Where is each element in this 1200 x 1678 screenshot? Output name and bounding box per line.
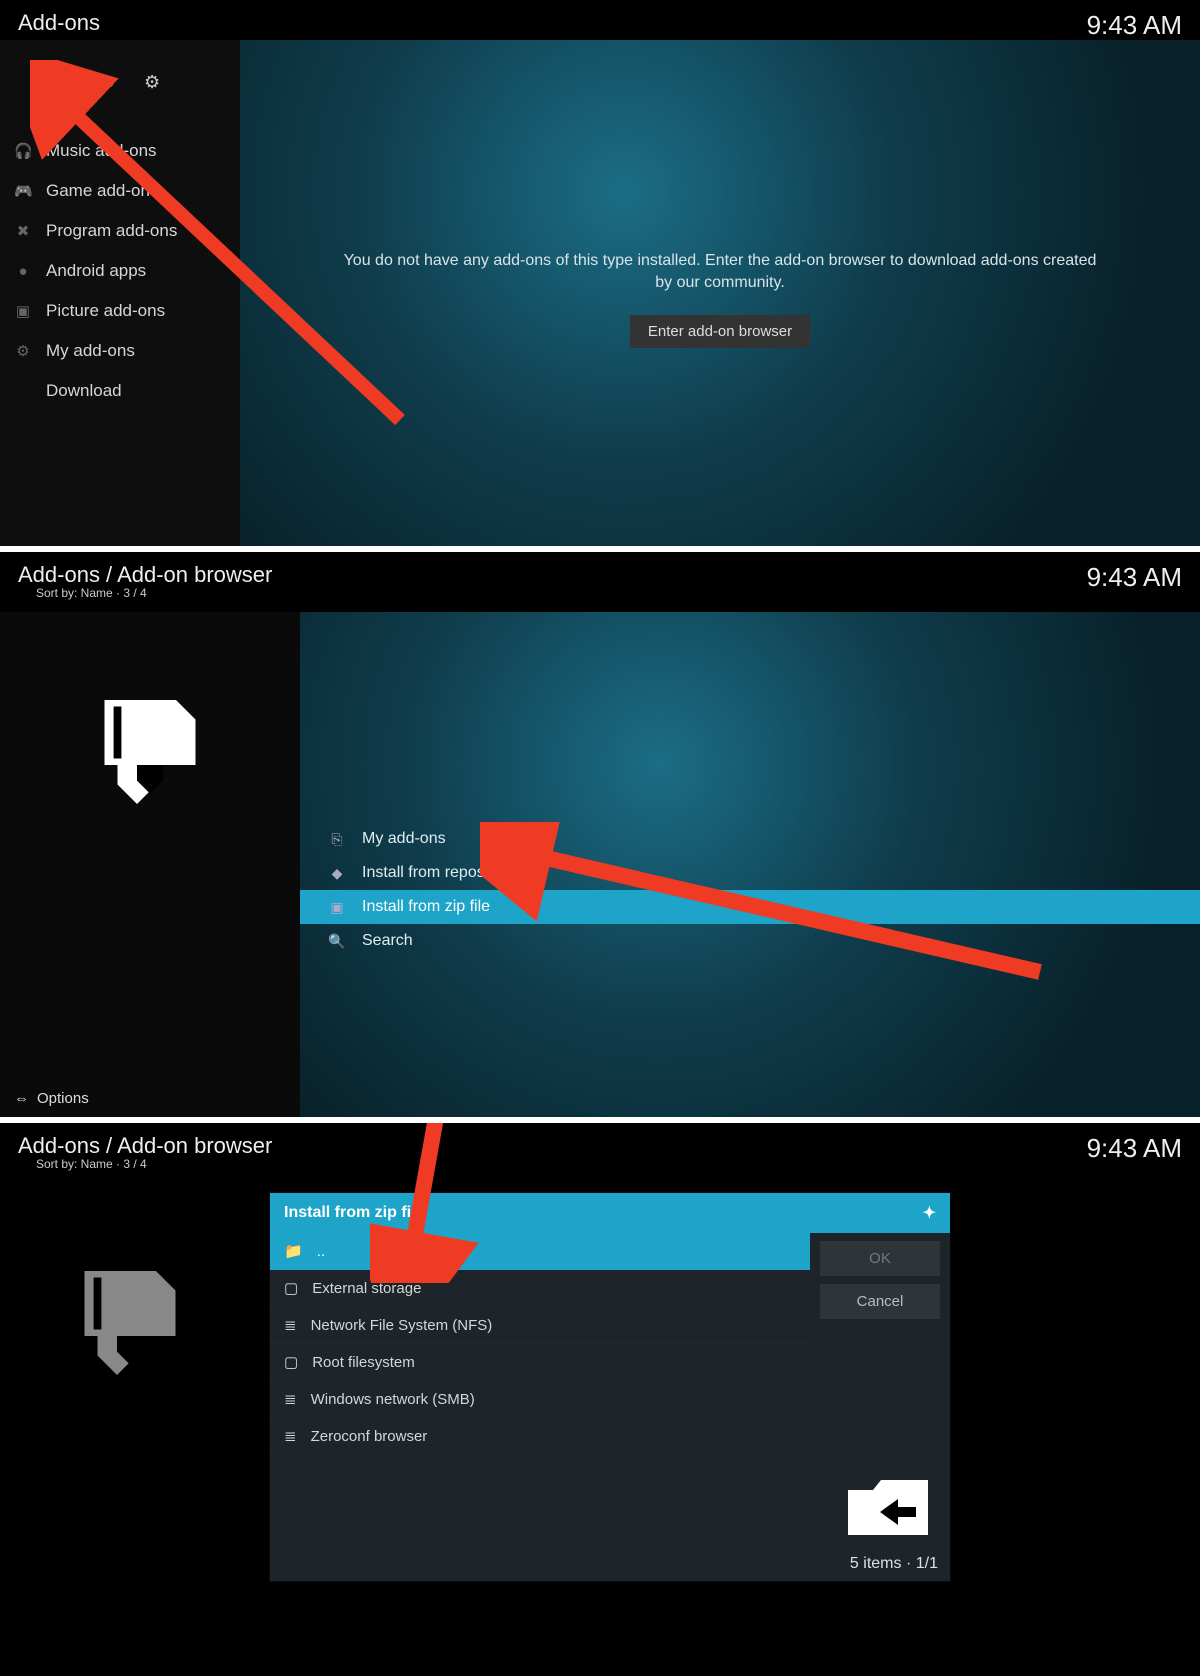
location-nfs[interactable]: ≣ Network File System (NFS) (270, 1307, 810, 1344)
row-label: Root filesystem (312, 1354, 415, 1371)
sidebar-item[interactable]: ✖ Program add-ons (0, 211, 240, 251)
location-external-storage[interactable]: ▢ External storage (270, 1270, 810, 1307)
row-label: .. (317, 1243, 325, 1260)
clock: 9:43 AM (1087, 1133, 1182, 1171)
folder-back-icon (838, 1465, 938, 1545)
disk-icon: ▢ (284, 1353, 298, 1371)
location-root[interactable]: ▢ Root filesystem (270, 1344, 810, 1381)
network-icon: ≣ (284, 1427, 297, 1445)
arrows-icon: ⇔ (14, 1090, 29, 1107)
browser-list: ⎘ My add-ons ◆ Install from repository ▣ In… (300, 822, 1200, 958)
program-icon: ✖ (14, 222, 32, 240)
empty-message: You do not have any add-ons of this type… (340, 250, 1100, 295)
clock: 9:43 AM (1087, 562, 1182, 600)
item-count: 5 items · 1/1 (850, 1555, 938, 1572)
dialog-count-line: 5 items · 1/1 (270, 1555, 950, 1581)
sidebar-item[interactable]: Download (0, 371, 240, 411)
sidebar: ↻ 0 ⚙ 🎧 Music add-ons 🎮 Game add-ons ✖ Prog… (0, 40, 240, 546)
options-bar[interactable]: ⇔ Options (14, 1090, 89, 1107)
list-item-label: Install from zip file (362, 898, 490, 916)
header: Add-ons 9:43 AM (0, 0, 1200, 43)
clock: 9:43 AM (1087, 10, 1182, 41)
storage-icon: ▢ (284, 1279, 298, 1297)
dialog-body: 📁.. ▢ External storage ≣ Network File Syst… (270, 1233, 950, 1455)
list-item-repo[interactable]: ◆ Install from repository (300, 856, 1200, 890)
dialog-buttons: OK Cancel (810, 1233, 950, 1455)
sidebar-item[interactable]: ⚙ My add-ons (0, 331, 240, 371)
page-title: Add-ons / Add-on browser (18, 562, 272, 588)
panel-browser: Add-ons / Add-on browser Sort by: Name ·… (0, 552, 1200, 1117)
location-zeroconf[interactable]: ≣ Zeroconf browser (270, 1418, 810, 1455)
location-list: 📁.. ▢ External storage ≣ Network File Syst… (270, 1233, 810, 1455)
sidebar-item-label: Android apps (46, 261, 146, 281)
sidebar-preview (0, 1183, 260, 1676)
folder-icon: 📁 (284, 1242, 303, 1260)
gamepad-icon: 🎮 (14, 182, 32, 200)
refresh-icon: ↻ (84, 72, 99, 93)
folder-up[interactable]: 📁.. (270, 1233, 810, 1270)
cogs-icon: ⚙ (14, 342, 32, 360)
sidebar-toolbar: ↻ 0 ⚙ (0, 60, 240, 115)
repo-icon: ◆ (328, 865, 346, 882)
headphones-icon: 🎧 (14, 142, 32, 160)
gear-icon[interactable]: ⚙ (144, 72, 160, 93)
panel-addons: Add-ons 9:43 AM ↻ 0 ⚙ 🎧 Music add-ons 🎮 Ga… (0, 0, 1200, 546)
content-area: You do not have any add-ons of this type… (240, 40, 1200, 546)
sidebar-item[interactable]: 🎮 Game add-ons (0, 171, 240, 211)
list-item-search[interactable]: 🔍 Search (300, 924, 1200, 958)
page-title: Add-ons (18, 10, 100, 41)
browser-content: ⎘ My add-ons ◆ Install from repository ▣ In… (300, 612, 1200, 1117)
list-item-label: Search (362, 932, 413, 950)
list-item-label: My add-ons (362, 830, 446, 848)
row-label: External storage (312, 1280, 421, 1297)
location-smb[interactable]: ≣ Windows network (SMB) (270, 1381, 810, 1418)
list-item-my-addons[interactable]: ⎘ My add-ons (300, 822, 1200, 856)
install-zip-dialog: Install from zip file ✦ 📁.. ▢ External st… (270, 1193, 950, 1581)
row-label: Windows network (SMB) (311, 1391, 475, 1408)
zip-icon: ▣ (328, 899, 346, 916)
addons-icon: ⎘ (328, 831, 346, 848)
dialog-header: Install from zip file ✦ (270, 1193, 950, 1233)
android-icon: ● (14, 263, 32, 280)
options-label: Options (37, 1090, 89, 1107)
picture-icon: ▣ (14, 302, 32, 320)
row-label: Zeroconf browser (311, 1428, 428, 1445)
sidebar-item-label: My add-ons (46, 341, 135, 361)
list-item-zip[interactable]: ▣ Install from zip file (300, 890, 1200, 924)
sidebar-item[interactable]: 🎧 Music add-ons (0, 131, 240, 171)
zip-download-icon (85, 692, 215, 812)
header: Add-ons / Add-on browser Sort by: Name ·… (0, 552, 1200, 602)
kodi-logo-icon: ✦ (923, 1203, 936, 1223)
sidebar-menu: 🎧 Music add-ons 🎮 Game add-ons ✖ Program ad… (0, 115, 240, 411)
row-label: Network File System (NFS) (311, 1317, 493, 1334)
network-icon: ≣ (284, 1316, 297, 1334)
sidebar-item-label: Download (46, 381, 122, 401)
header: Add-ons / Add-on browser Sort by: Name ·… (0, 1123, 1200, 1173)
cancel-button[interactable]: Cancel (820, 1284, 940, 1319)
zip-download-icon (65, 1263, 195, 1383)
sidebar-item-label: Game add-ons (46, 181, 158, 201)
page-title: Add-ons / Add-on browser (18, 1133, 272, 1159)
dialog-title: Install from zip file (284, 1204, 424, 1222)
ok-button[interactable]: OK (820, 1241, 940, 1276)
package-box-icon[interactable] (34, 70, 54, 95)
list-item-label: Install from repository (362, 864, 515, 882)
sidebar-item[interactable]: ▣ Picture add-ons (0, 291, 240, 331)
search-icon: 🔍 (328, 933, 346, 950)
refresh-count: 0 (105, 74, 114, 92)
panel-zip-dialog: Add-ons / Add-on browser Sort by: Name ·… (0, 1123, 1200, 1676)
sidebar-item-label: Program add-ons (46, 221, 177, 241)
sidebar-item-label: Picture add-ons (46, 301, 165, 321)
sidebar-item[interactable]: ● Android apps (0, 251, 240, 291)
refresh-group[interactable]: ↻ 0 (84, 72, 114, 93)
network-icon: ≣ (284, 1390, 297, 1408)
sidebar-preview (0, 612, 300, 1117)
sort-info: Sort by: Name · 3 / 4 (18, 586, 272, 600)
dialog-footer (270, 1455, 950, 1555)
sidebar-item-label: Music add-ons (46, 141, 157, 161)
enter-browser-button[interactable]: Enter add-on browser (630, 315, 810, 348)
sort-info: Sort by: Name · 3 / 4 (18, 1157, 272, 1171)
